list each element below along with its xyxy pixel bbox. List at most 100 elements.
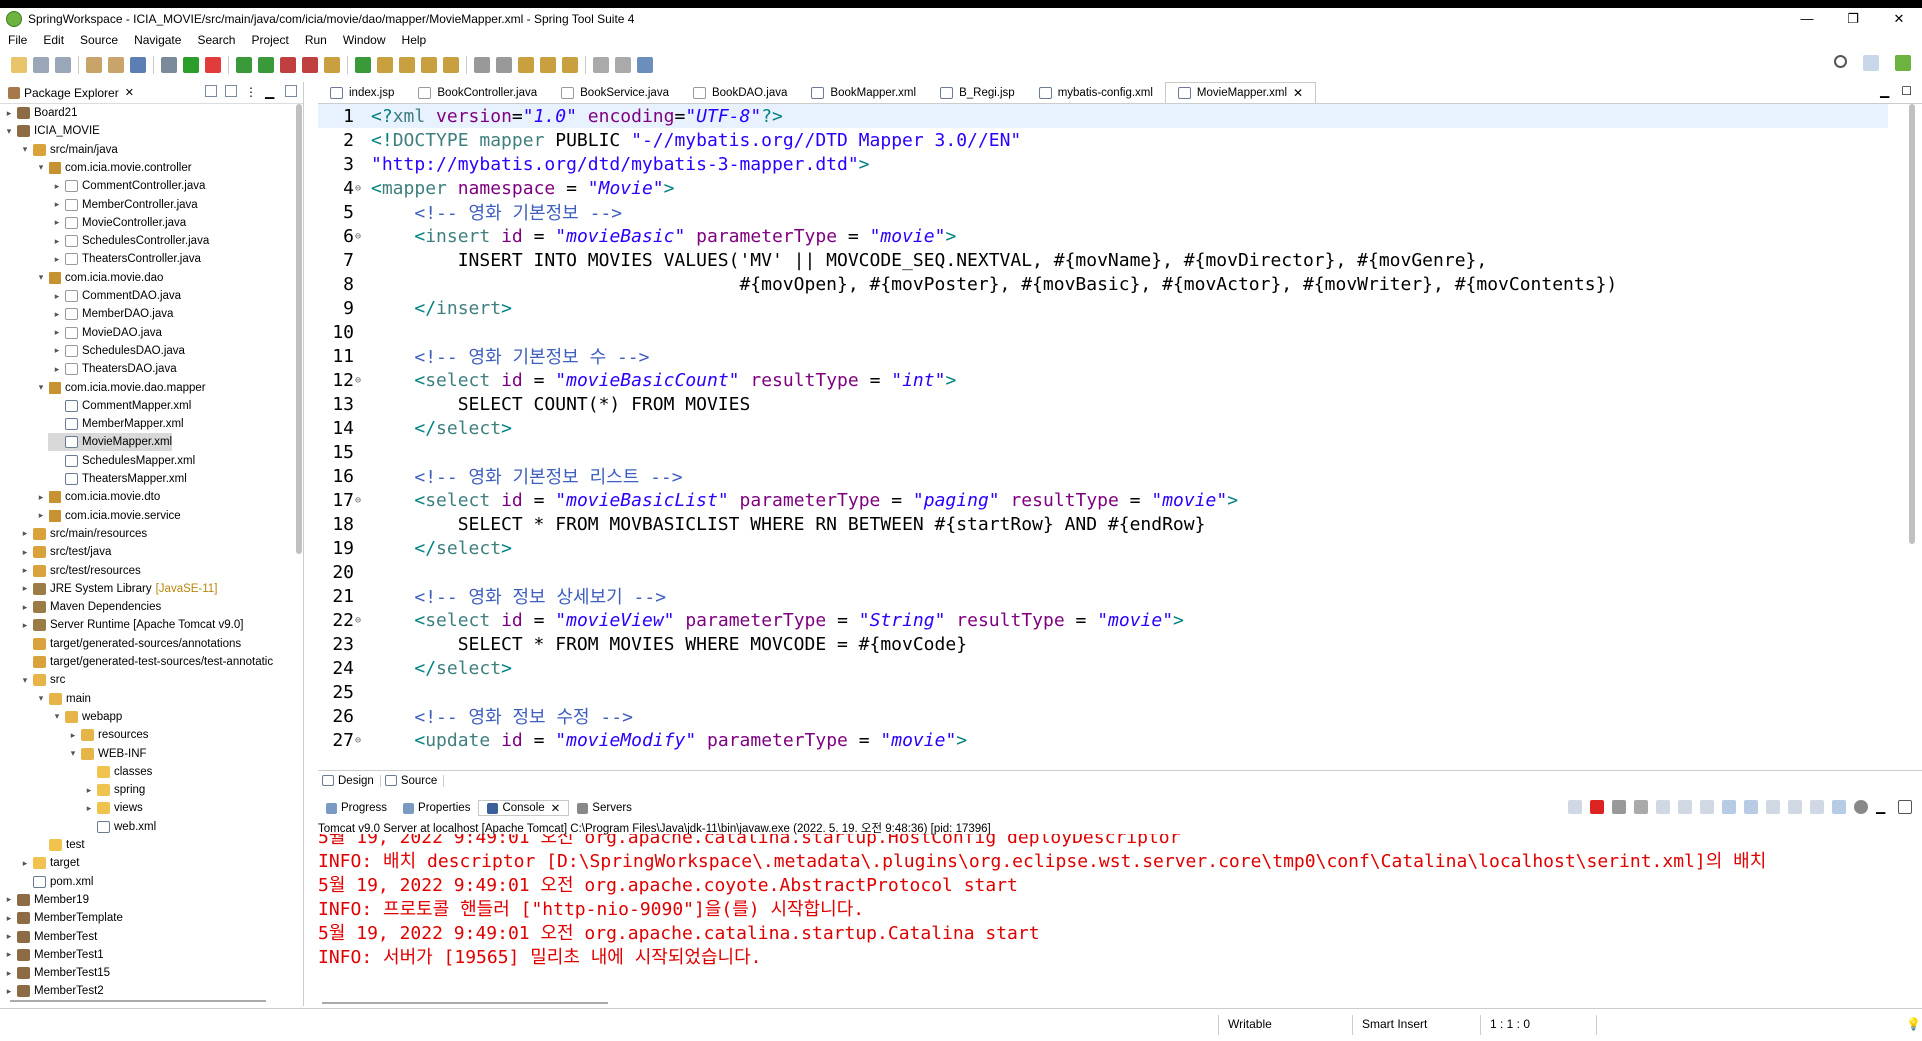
close-tab-icon[interactable]: ✕: [1293, 86, 1303, 100]
tree-item[interactable]: ▸ Server Runtime [Apache Tomcat v9.0]: [20, 616, 243, 634]
fold-toggle-icon[interactable]: ⊖: [355, 735, 365, 746]
tree-item[interactable]: ▸ com.icia.movie.dto: [36, 488, 160, 506]
menu-help[interactable]: Help: [394, 33, 435, 47]
collapsed-arrow-icon[interactable]: ▸: [4, 949, 14, 960]
collapsed-arrow-icon[interactable]: ▸: [68, 730, 78, 741]
collapsed-arrow-icon[interactable]: ▸: [52, 291, 62, 302]
collapsed-arrow-icon[interactable]: ▸: [4, 894, 14, 905]
maximize-view-icon[interactable]: [285, 85, 297, 97]
panel-tab-properties[interactable]: Properties: [395, 802, 478, 814]
open-perspective-icon[interactable]: [1863, 55, 1879, 71]
code-line[interactable]: 16 <!-- 영화 기본정보 리스트 -->: [318, 464, 682, 489]
scroll-lock-icon[interactable]: [1678, 800, 1692, 814]
toolbar-action-icon[interactable]: [562, 57, 578, 73]
collapsed-arrow-icon[interactable]: ▸: [52, 181, 62, 192]
expanded-arrow-icon[interactable]: ▾: [68, 748, 78, 759]
code-line[interactable]: 9 </insert>: [318, 296, 512, 320]
tree-item[interactable]: ▾ com.icia.movie.controller: [36, 159, 192, 177]
editor-tab[interactable]: index.jsp: [318, 82, 406, 103]
toolbar-action-icon[interactable]: [130, 57, 146, 73]
tree-item[interactable]: ▸ MemberController.java: [52, 196, 198, 214]
menu-window[interactable]: Window: [335, 33, 394, 47]
expanded-arrow-icon[interactable]: ▾: [36, 382, 46, 393]
tree-item[interactable]: SchedulesMapper.xml: [52, 452, 195, 470]
collapsed-arrow-icon[interactable]: ▸: [36, 492, 46, 503]
tree-item[interactable]: ▸ src/test/resources: [20, 562, 141, 580]
code-line[interactable]: 26 <!-- 영화 정보 수정 -->: [318, 704, 633, 729]
collapsed-arrow-icon[interactable]: ▸: [20, 602, 30, 613]
tree-item[interactable]: pom.xml: [20, 873, 93, 891]
editor-mode-tab-design[interactable]: Design: [318, 774, 381, 787]
pin-console-icon[interactable]: [1766, 800, 1780, 814]
tree-item[interactable]: ▸ SchedulesDAO.java: [52, 342, 185, 360]
editor-tab[interactable]: MovieMapper.xml ✕: [1164, 82, 1317, 103]
code-line[interactable]: 22 ⊖ <select id = "movieView" parameterTy…: [318, 608, 1184, 632]
show-on-error-icon[interactable]: [1744, 800, 1758, 814]
collapsed-arrow-icon[interactable]: ▸: [4, 931, 14, 942]
collapsed-arrow-icon[interactable]: ▸: [52, 254, 62, 265]
toolbar-action-icon[interactable]: [615, 57, 631, 73]
editor-tab[interactable]: BookDAO.java: [681, 82, 799, 103]
editor-mode-tab-source[interactable]: Source: [381, 774, 445, 787]
tree-item[interactable]: ▸ SchedulesController.java: [52, 232, 209, 250]
tree-item[interactable]: ▸ MemberTest2: [4, 982, 104, 1000]
tree-item[interactable]: ▸ target: [20, 854, 79, 872]
editor-scrollbar[interactable]: [1908, 104, 1916, 754]
tree-item[interactable]: TheatersMapper.xml: [52, 470, 187, 488]
tree-item[interactable]: MemberMapper.xml: [52, 415, 184, 433]
code-line[interactable]: 17 ⊖ <select id = "movieBasicList" parame…: [318, 488, 1238, 512]
collapsed-arrow-icon[interactable]: ▸: [52, 309, 62, 320]
collapsed-arrow-icon[interactable]: ▸: [36, 510, 46, 521]
tree-item[interactable]: ▾ com.icia.movie.dao.mapper: [36, 379, 206, 397]
tree-item[interactable]: ▸ MovieController.java: [52, 214, 186, 232]
tree-item[interactable]: classes: [84, 763, 152, 781]
menu-edit[interactable]: Edit: [35, 33, 72, 47]
toolbar-action-icon[interactable]: [258, 57, 274, 73]
toolbar-action-icon[interactable]: [421, 57, 437, 73]
toolbar-action-icon[interactable]: [11, 57, 27, 73]
collapsed-arrow-icon[interactable]: ▸: [20, 565, 30, 576]
tree-item[interactable]: ▸ JRE System Library [JavaSE-11]: [20, 580, 217, 598]
code-line[interactable]: 14 </select>: [318, 416, 512, 440]
show-on-output-icon[interactable]: [1722, 800, 1736, 814]
toolbar-action-icon[interactable]: [236, 57, 252, 73]
code-line[interactable]: 27 ⊖ <update id = "movieModify" parameter…: [318, 728, 967, 752]
tree-item[interactable]: ▸ spring: [84, 781, 145, 799]
tree-item[interactable]: ▾ src: [20, 671, 65, 689]
toolbar-action-icon[interactable]: [518, 57, 534, 73]
tree-item[interactable]: ▾ main: [36, 690, 91, 708]
expanded-arrow-icon[interactable]: ▾: [52, 711, 62, 722]
panel-tab-console[interactable]: Console ✕: [478, 800, 570, 816]
tree-item[interactable]: ▸ Board21: [4, 104, 77, 122]
tree-item[interactable]: ▸ TheatersDAO.java: [52, 360, 177, 378]
tree-item[interactable]: ▸ resources: [68, 726, 149, 744]
menu-navigate[interactable]: Navigate: [126, 33, 189, 47]
remove-launch-icon[interactable]: [1612, 800, 1626, 814]
fold-toggle-icon[interactable]: ⊖: [355, 615, 365, 626]
terminate-icon[interactable]: [1590, 800, 1604, 814]
console-hscrollbar[interactable]: [318, 1000, 1922, 1006]
tree-item[interactable]: ▾ src/main/java: [20, 141, 118, 159]
tree-item[interactable]: ▸ Maven Dependencies: [20, 598, 161, 616]
toolbar-action-icon[interactable]: [86, 57, 102, 73]
toolbar-action-icon[interactable]: [108, 57, 124, 73]
code-line[interactable]: 18 SELECT * FROM MOVBASICLIST WHERE RN B…: [318, 512, 1205, 536]
maximize-editor-icon[interactable]: ☐: [1901, 84, 1912, 98]
tree-item[interactable]: ▸ com.icia.movie.service: [36, 507, 181, 525]
refresh-icon[interactable]: [1568, 800, 1582, 814]
maximize-button[interactable]: ❐: [1830, 8, 1876, 30]
expanded-arrow-icon[interactable]: ▾: [36, 162, 46, 173]
code-line[interactable]: 8 #{movOpen}, #{movPoster}, #{movBasic},…: [318, 272, 1617, 296]
collapsed-arrow-icon[interactable]: ▸: [20, 547, 30, 558]
code-line[interactable]: 1 <?xml version="1.0" encoding="UTF-8"?>: [318, 104, 1888, 128]
code-line[interactable]: 2 <!DOCTYPE mapper PUBLIC "-//mybatis.org…: [318, 128, 1021, 152]
package-explorer-scrollbar[interactable]: [295, 104, 303, 1006]
menu-source[interactable]: Source: [72, 33, 126, 47]
tree-item[interactable]: target/generated-test-sources/test-annot…: [20, 653, 273, 671]
code-editor[interactable]: 1 <?xml version="1.0" encoding="UTF-8"?> 2…: [318, 104, 1922, 754]
toolbar-action-icon[interactable]: [540, 57, 556, 73]
open-console-icon[interactable]: [1810, 800, 1824, 814]
menu-run[interactable]: Run: [297, 33, 335, 47]
minimize-editor-icon[interactable]: ▁: [1880, 84, 1889, 98]
toolbar-action-icon[interactable]: [443, 57, 459, 73]
